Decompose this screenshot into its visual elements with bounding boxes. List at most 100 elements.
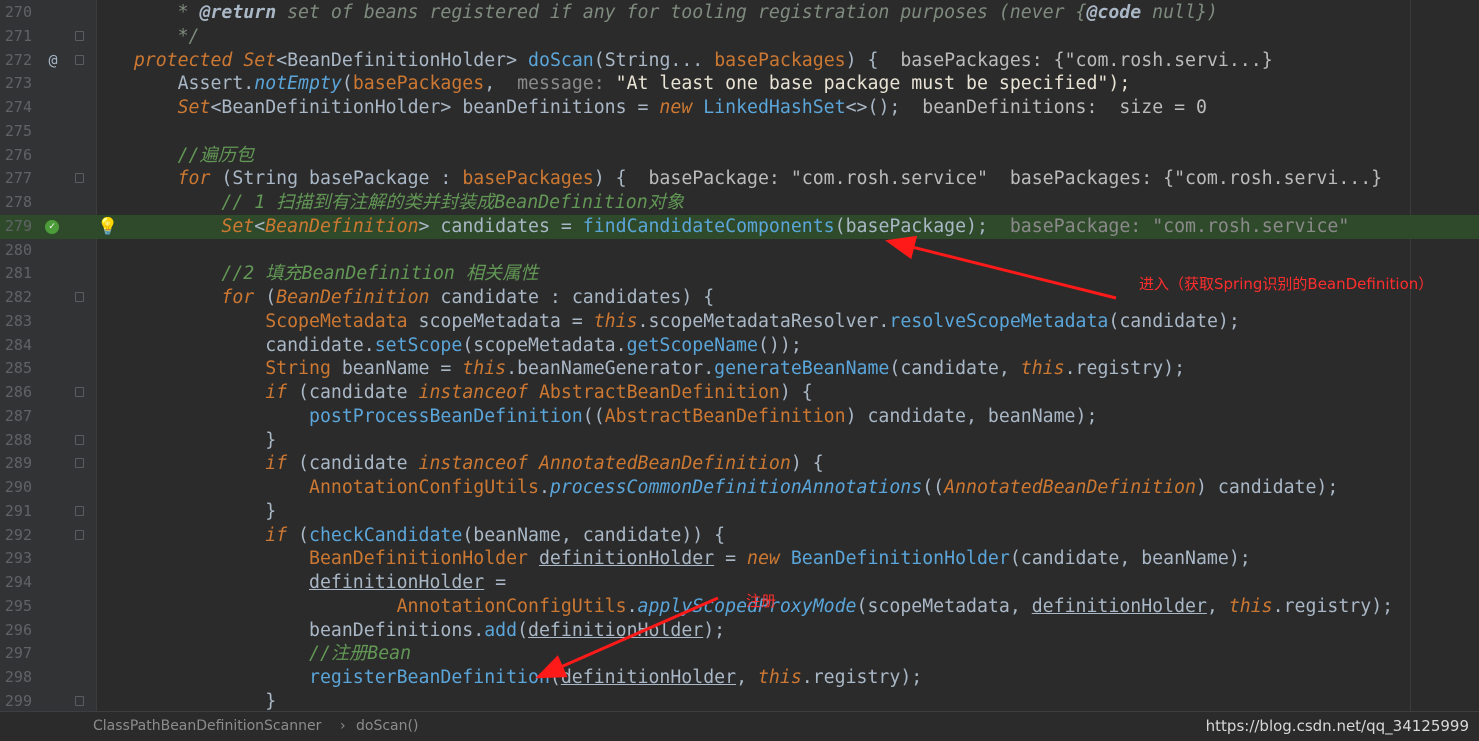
line-number[interactable]: 290	[0, 476, 32, 500]
code-line[interactable]: 284 candidate.setScope(scopeMetadata.get…	[0, 334, 1479, 358]
code-line[interactable]: 290 AnnotationConfigUtils.processCommonD…	[0, 476, 1479, 500]
code-line[interactable]: 294 definitionHolder =	[0, 571, 1479, 595]
code-line[interactable]: 299 }	[0, 690, 1479, 711]
code-line[interactable]: 297 //注册Bean	[0, 642, 1479, 666]
line-number[interactable]: 275	[0, 120, 32, 144]
line-number[interactable]: 295	[0, 595, 32, 619]
code-text[interactable]: if (candidate instanceof AbstractBeanDef…	[90, 381, 813, 405]
code-text[interactable]: }	[90, 429, 276, 453]
code-line[interactable]: 278 // 1 扫描到有注解的类并封装成BeanDefinition对象	[0, 191, 1479, 215]
line-number[interactable]: 273	[0, 72, 32, 96]
code-text[interactable]: beanDefinitions.add(definitionHolder);	[90, 619, 725, 643]
code-line[interactable]: 279 ✓ 💡 Set<BeanDefinition> candidates = f…	[0, 214, 1479, 239]
line-number[interactable]: 272	[0, 49, 32, 73]
breakpoint-check-icon[interactable]: ✓	[45, 219, 59, 234]
code-line[interactable]: 285 String beanName = this.beanNameGener…	[0, 357, 1479, 381]
line-number[interactable]: 282	[0, 286, 32, 310]
code-line[interactable]: 295 AnnotationConfigUtils.applyScopedPro…	[0, 595, 1479, 619]
code-line[interactable]: 288 }	[0, 429, 1479, 453]
code-text[interactable]: registerBeanDefinition(definitionHolder,…	[90, 666, 922, 690]
line-number[interactable]: 270	[0, 1, 32, 25]
fold-marker-icon[interactable]	[75, 695, 84, 706]
code-line[interactable]: 277 for (String basePackage : basePackag…	[0, 167, 1479, 191]
code-text[interactable]: //2 填充BeanDefinition 相关属性	[90, 262, 538, 286]
code-text[interactable]: Set<BeanDefinitionHolder> beanDefinition…	[90, 96, 1207, 120]
code-text[interactable]: for (BeanDefinition candidate : candidat…	[90, 286, 714, 310]
line-number[interactable]: 299	[0, 690, 32, 711]
code-text[interactable]: definitionHolder =	[90, 571, 506, 595]
code-line[interactable]: 298 registerBeanDefinition(definitionHol…	[0, 666, 1479, 690]
line-number[interactable]: 285	[0, 357, 32, 381]
fold-marker-icon[interactable]	[75, 173, 84, 184]
fold-marker-icon[interactable]	[75, 54, 84, 65]
code-line[interactable]: 275	[0, 120, 1479, 144]
line-number[interactable]: 276	[0, 144, 32, 168]
code-text[interactable]: ScopeMetadata scopeMetadata = this.scope…	[90, 310, 1240, 334]
code-line[interactable]: 283 ScopeMetadata scopeMetadata = this.s…	[0, 310, 1479, 334]
line-number[interactable]: 287	[0, 405, 32, 429]
fold-marker-icon[interactable]	[75, 458, 84, 469]
code-text[interactable]: * @return set of beans registered if any…	[90, 1, 1218, 25]
code-editor[interactable]: 270 * @return set of beans registered if…	[0, 0, 1479, 711]
override-marker-icon[interactable]: @	[44, 49, 62, 73]
code-text[interactable]: for (String basePackage : basePackages) …	[90, 167, 1383, 191]
fold-marker-icon[interactable]	[75, 434, 84, 445]
code-text[interactable]: protected Set<BeanDefinitionHolder> doSc…	[90, 49, 1273, 73]
code-text[interactable]: //注册Bean	[90, 642, 411, 666]
code-line[interactable]: 286 if (candidate instanceof AbstractBea…	[0, 381, 1479, 405]
line-number[interactable]: 271	[0, 25, 32, 49]
line-number[interactable]: 292	[0, 524, 32, 548]
line-number[interactable]: 298	[0, 666, 32, 690]
breadcrumb-class[interactable]: ClassPathBeanDefinitionScanner	[93, 712, 321, 740]
fold-marker-icon[interactable]	[75, 30, 84, 41]
code-line[interactable]: 293 BeanDefinitionHolder definitionHolde…	[0, 547, 1479, 571]
line-number[interactable]: 284	[0, 334, 32, 358]
line-number[interactable]: 286	[0, 381, 32, 405]
line-number[interactable]: 281	[0, 262, 32, 286]
line-number[interactable]: 277	[0, 167, 32, 191]
code-text[interactable]: Set<BeanDefinition> candidates = findCan…	[90, 215, 1349, 239]
line-number[interactable]: 296	[0, 619, 32, 643]
code-text[interactable]: }	[90, 690, 276, 711]
code-text[interactable]: BeanDefinitionHolder definitionHolder = …	[90, 547, 1251, 571]
line-number[interactable]: 278	[0, 191, 32, 215]
line-number[interactable]: 283	[0, 310, 32, 334]
line-number[interactable]: 274	[0, 96, 32, 120]
code-line[interactable]: 274 Set<BeanDefinitionHolder> beanDefini…	[0, 96, 1479, 120]
line-number[interactable]: 297	[0, 642, 32, 666]
code-line[interactable]: 270 * @return set of beans registered if…	[0, 1, 1479, 25]
code-text[interactable]: if (checkCandidate(beanName, candidate))…	[90, 524, 725, 548]
code-text[interactable]: */	[90, 25, 200, 49]
line-number[interactable]: 288	[0, 429, 32, 453]
code-text[interactable]: String beanName = this.beanNameGenerator…	[90, 357, 1185, 381]
code-text[interactable]: AnnotationConfigUtils.applyScopedProxyMo…	[90, 595, 1393, 619]
fold-marker-icon[interactable]	[75, 292, 84, 302]
code-text[interactable]: Assert.notEmpty(basePackages, message: "…	[90, 72, 1131, 96]
breadcrumb-method[interactable]: doScan()	[356, 712, 418, 740]
line-number[interactable]: 279	[0, 215, 32, 239]
code-line[interactable]: 276 //遍历包	[0, 144, 1479, 168]
fold-marker-icon[interactable]	[75, 505, 84, 516]
line-number[interactable]: 291	[0, 500, 32, 524]
code-text[interactable]: //遍历包	[90, 144, 254, 168]
code-text[interactable]: // 1 扫描到有注解的类并封装成BeanDefinition对象	[90, 191, 684, 215]
fold-marker-icon[interactable]	[75, 529, 84, 540]
code-line[interactable]: 292 if (checkCandidate(beanName, candida…	[0, 524, 1479, 548]
code-line[interactable]: 287 postProcessBeanDefinition((AbstractB…	[0, 405, 1479, 429]
code-text[interactable]: postProcessBeanDefinition((AbstractBeanD…	[90, 405, 1097, 429]
code-text[interactable]: }	[90, 500, 276, 524]
code-text[interactable]: AnnotationConfigUtils.processCommonDefin…	[90, 476, 1338, 500]
code-text[interactable]: candidate.setScope(scopeMetadata.getScop…	[90, 334, 802, 358]
code-line[interactable]: 280	[0, 239, 1479, 263]
line-number[interactable]: 293	[0, 547, 32, 571]
line-number[interactable]: 289	[0, 452, 32, 476]
line-number[interactable]: 280	[0, 239, 32, 263]
code-line[interactable]: 271 */	[0, 25, 1479, 49]
code-line[interactable]: 273 Assert.notEmpty(basePackages, messag…	[0, 72, 1479, 96]
fold-marker-icon[interactable]	[75, 387, 84, 397]
code-line[interactable]: 272 @ protected Set<BeanDefinitionHolder>…	[0, 49, 1479, 73]
code-line[interactable]: 289 if (candidate instanceof AnnotatedBe…	[0, 452, 1479, 476]
code-line[interactable]: 291 }	[0, 500, 1479, 524]
code-line[interactable]: 296 beanDefinitions.add(definitionHolder…	[0, 619, 1479, 643]
line-number[interactable]: 294	[0, 571, 32, 595]
